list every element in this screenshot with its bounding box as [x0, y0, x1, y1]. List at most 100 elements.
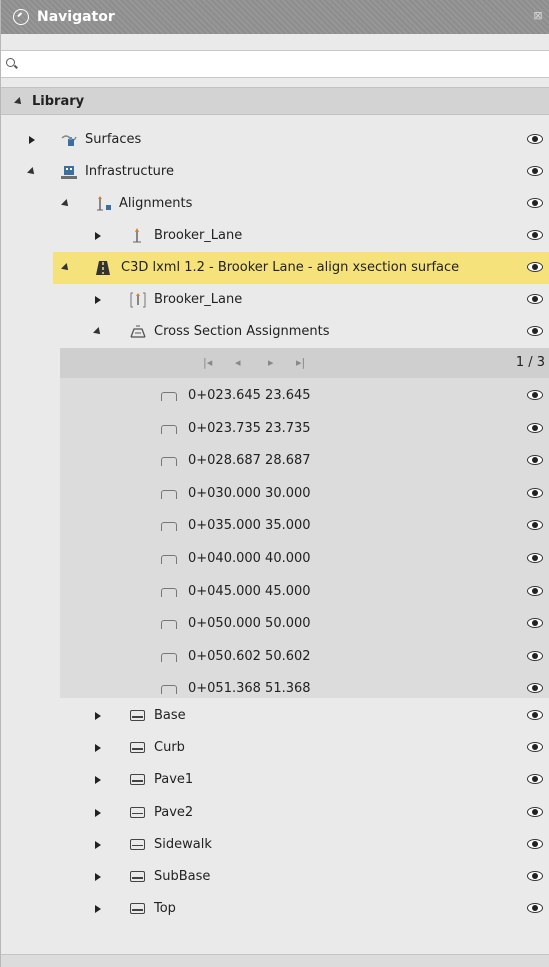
visibility-eye-icon[interactable] [527, 294, 543, 304]
alignments-icon [95, 196, 111, 212]
tree-item-alignments[interactable]: Alignments [1, 188, 549, 220]
layer-icon [130, 772, 146, 788]
cross-section-station-icon [161, 453, 177, 469]
visibility-eye-icon[interactable] [527, 390, 543, 400]
close-icon[interactable]: ⊠ [531, 9, 545, 23]
visibility-eye-icon[interactable] [527, 166, 543, 176]
station-item[interactable]: 0+050.602 50.602 [1, 641, 549, 673]
cross-section-station-icon [161, 649, 177, 665]
visibility-eye-icon[interactable] [527, 455, 543, 466]
visibility-eye-icon[interactable] [527, 262, 543, 272]
tree-item-infrastructure[interactable]: Infrastructure [1, 156, 549, 188]
library-header[interactable]: Library [1, 87, 549, 115]
layer-item[interactable]: Top [1, 893, 549, 925]
expand-arrow-icon[interactable] [93, 775, 103, 785]
visibility-eye-icon[interactable] [527, 422, 543, 433]
layer-label: Pave1 [154, 772, 194, 788]
visibility-eye-icon[interactable] [527, 198, 543, 208]
layer-label: Curb [154, 740, 185, 756]
station-item[interactable]: 0+045.000 45.000 [1, 576, 549, 608]
prev-page-icon[interactable]: ◂ [235, 356, 241, 369]
tree-item-model-alignment[interactable]: Brooker_Lane [1, 284, 549, 316]
expand-arrow-icon[interactable] [93, 231, 103, 241]
visibility-eye-icon[interactable] [527, 806, 543, 817]
visibility-eye-icon[interactable] [527, 838, 543, 849]
layer-icon [130, 901, 146, 917]
expand-arrow-icon[interactable] [93, 743, 103, 753]
layer-icon [130, 837, 146, 853]
station-label: 0+028.687 28.687 [188, 453, 311, 469]
tree-item-cross-sections[interactable]: Cross Section Assignments [1, 316, 549, 348]
page-indicator: 1 / 3 [515, 355, 545, 370]
visibility-eye-icon[interactable] [527, 650, 543, 661]
collapse-arrow-icon[interactable] [27, 167, 37, 177]
visibility-eye-icon[interactable] [527, 618, 543, 629]
search-icon [6, 58, 18, 70]
search-input[interactable] [24, 52, 549, 76]
surface-icon [61, 132, 77, 148]
collapse-arrow-icon[interactable] [93, 327, 103, 337]
tree-item-label: Surfaces [85, 132, 142, 147]
visibility-eye-icon[interactable] [527, 683, 543, 694]
cross-section-station-icon [161, 551, 177, 567]
layer-item[interactable]: SubBase [1, 861, 549, 893]
layer-item[interactable]: Pave2 [1, 797, 549, 829]
station-item[interactable]: 0+040.000 40.000 [1, 543, 549, 575]
tree-item-alignment[interactable]: Brooker_Lane [1, 220, 549, 252]
expand-arrow-icon[interactable] [93, 840, 103, 850]
visibility-eye-icon[interactable] [527, 903, 543, 914]
collapse-arrow-icon[interactable] [61, 199, 71, 209]
next-page-icon[interactable]: ▸ [268, 356, 274, 369]
first-page-icon[interactable]: |◂ [203, 356, 212, 369]
layer-item[interactable]: Pave1 [1, 764, 549, 796]
expand-arrow-icon[interactable] [27, 135, 37, 145]
pagination-bar: |◂ ◂ ▸ ▸| 1 / 3 [60, 348, 549, 378]
visibility-eye-icon[interactable] [527, 326, 543, 336]
expand-arrow-icon[interactable] [93, 904, 103, 914]
visibility-eye-icon[interactable] [527, 742, 543, 753]
station-item[interactable]: 0+023.735 23.735 [1, 413, 549, 445]
expand-arrow-icon[interactable] [93, 711, 103, 721]
visibility-eye-icon[interactable] [527, 710, 543, 720]
layer-item[interactable]: Sidewalk [1, 829, 549, 861]
tree-item-label: Cross Section Assignments [154, 324, 330, 339]
station-item[interactable]: 0+035.000 35.000 [1, 510, 549, 542]
last-page-icon[interactable]: ▸| [296, 356, 305, 369]
layer-item[interactable]: Curb [1, 732, 549, 764]
infrastructure-icon [61, 164, 77, 180]
tree-item-surfaces[interactable]: Surfaces [1, 124, 549, 156]
station-label: 0+023.735 23.735 [188, 420, 311, 436]
collapse-arrow-icon[interactable] [61, 263, 71, 273]
visibility-eye-icon[interactable] [527, 134, 543, 144]
visibility-eye-icon[interactable] [527, 774, 543, 785]
layer-item[interactable]: Base [1, 700, 549, 732]
tree-item-model-selected[interactable]: C3D lxml 1.2 - Brooker Lane - align xsec… [53, 252, 549, 284]
station-label: 0+040.000 40.000 [188, 551, 311, 566]
station-label: 0+045.000 45.000 [188, 583, 311, 599]
cross-section-station-icon [161, 616, 177, 632]
visibility-eye-icon[interactable] [527, 230, 543, 240]
library-label: Library [32, 93, 85, 109]
expand-arrow-icon[interactable] [93, 872, 103, 882]
station-item[interactable]: 0+030.000 30.000 [1, 478, 549, 510]
visibility-eye-icon[interactable] [527, 520, 543, 531]
station-item[interactable]: 0+050.000 50.000 [1, 608, 549, 640]
station-label: 0+050.602 50.602 [188, 648, 311, 664]
cross-section-station-icon [161, 584, 177, 600]
layer-label: SubBase [154, 869, 211, 884]
collapse-arrow-icon [14, 94, 24, 109]
visibility-eye-icon[interactable] [527, 487, 543, 498]
layer-label: Base [154, 708, 186, 723]
layer-icon [130, 805, 146, 821]
alignment-icon [130, 228, 146, 244]
visibility-eye-icon[interactable] [527, 871, 543, 881]
layer-icon [130, 740, 146, 756]
visibility-eye-icon[interactable] [527, 553, 543, 563]
cross-section-station-icon [161, 486, 177, 502]
expand-arrow-icon[interactable] [93, 295, 103, 305]
station-item[interactable]: 0+028.687 28.687 [1, 445, 549, 477]
visibility-eye-icon[interactable] [527, 585, 543, 596]
station-item[interactable]: 0+023.645 23.645 [1, 380, 549, 412]
expand-arrow-icon[interactable] [93, 808, 103, 818]
cross-section-station-icon [161, 681, 177, 697]
